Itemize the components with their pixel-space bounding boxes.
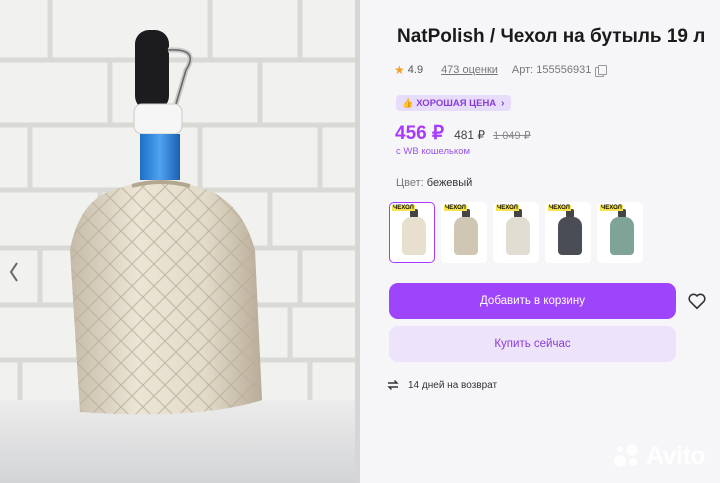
thumbnail-bottle	[402, 217, 426, 255]
star-icon: ★	[394, 63, 405, 77]
badge-label: ХОРОШАЯ ЦЕНА	[416, 97, 497, 109]
article-number: Арт: 155556931	[511, 64, 592, 76]
product-meta: ★ 4.9 473 оценки Арт: 155556931	[394, 63, 608, 77]
color-variant-thumbnail[interactable]: ЧЕХОЛ	[389, 202, 435, 263]
color-value: бежевый	[426, 177, 473, 189]
buy-now-button[interactable]: Купить сейчас	[389, 326, 676, 362]
reviews-link[interactable]: 473 оценки	[441, 64, 498, 76]
color-label-text: Цвет:	[396, 177, 424, 189]
heart-icon[interactable]	[686, 290, 708, 312]
wallet-note[interactable]: с WB кошельком	[396, 146, 470, 157]
good-price-badge[interactable]: 👍 ХОРОШАЯ ЦЕНА ›	[396, 95, 511, 111]
color-variant-thumbnail[interactable]: ЧЕХОЛ	[545, 202, 591, 263]
thumbnail-bottle	[454, 217, 478, 255]
add-to-cart-button[interactable]: Добавить в корзину	[389, 283, 676, 319]
color-variants: ЧЕХОЛ ЧЕХОЛ ЧЕХОЛ ЧЕХОЛ ЧЕХОЛ	[389, 202, 643, 263]
thumbnail-bottle	[506, 217, 530, 255]
avito-watermark: Avito	[612, 441, 706, 471]
bottle-with-cover-image	[70, 30, 262, 415]
color-variant-thumbnail[interactable]: ЧЕХОЛ	[441, 202, 487, 263]
price-with-wallet: 456 ₽	[395, 123, 445, 144]
thumbnail-label: ЧЕХОЛ	[548, 205, 571, 211]
thumbs-up-icon: 👍	[402, 97, 414, 108]
thumbnail-bottle	[610, 217, 634, 255]
return-arrows-icon	[387, 380, 399, 390]
returns-text: 14 дней на возврат	[408, 379, 498, 391]
previous-photo-button[interactable]	[0, 244, 28, 300]
price-old: 1 049 ₽	[493, 130, 531, 142]
thumbnail-label: ЧЕХОЛ	[392, 205, 415, 211]
watermark-text: Avito	[646, 441, 706, 470]
returns-info: 14 дней на возврат	[386, 379, 497, 391]
thumbnail-label: ЧЕХОЛ	[444, 205, 467, 211]
rating-value: 4.9	[407, 64, 424, 76]
copy-icon[interactable]	[595, 64, 608, 77]
color-variant-thumbnail[interactable]: ЧЕХОЛ	[493, 202, 539, 263]
thumbnail-bottle	[558, 217, 582, 255]
thumbnail-label: ЧЕХОЛ	[600, 205, 623, 211]
price-block: 456 ₽ 481 ₽ 1 049 ₽	[395, 122, 531, 145]
color-variant-thumbnail[interactable]: ЧЕХОЛ	[597, 202, 643, 263]
color-label: Цвет: бежевый	[396, 177, 472, 189]
product-photo	[0, 0, 360, 483]
avito-logo-icon	[614, 444, 638, 467]
chevron-left-icon	[9, 262, 18, 282]
product-title: NatPolish / Чехол на бутыль 19 л	[397, 26, 706, 47]
product-card: NatPolish / Чехол на бутыль 19 л ★ 4.9 4…	[360, 0, 720, 483]
thumbnail-label: ЧЕХОЛ	[496, 205, 519, 211]
price-without-wallet: 481 ₽	[454, 128, 486, 142]
chevron-right-icon: ›	[501, 97, 505, 109]
